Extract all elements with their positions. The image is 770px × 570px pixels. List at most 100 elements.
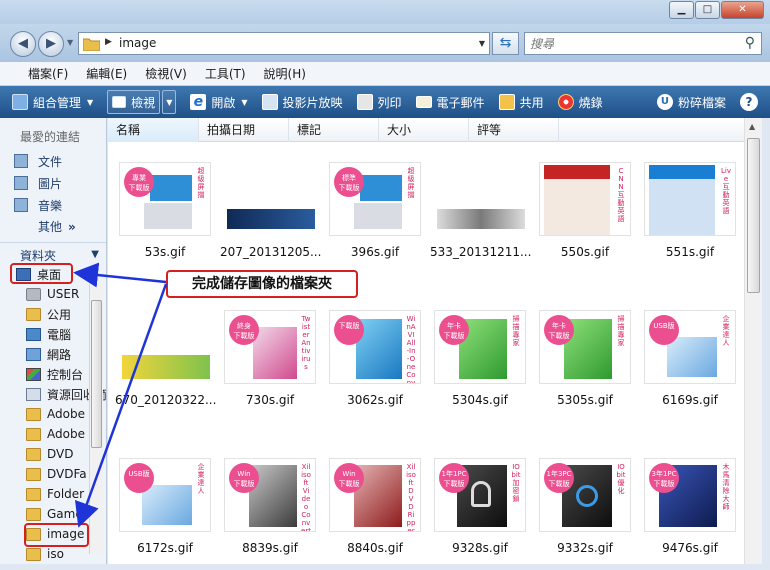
help-button[interactable]: ? <box>740 93 758 111</box>
file-thumbnail: 1年3PC 下載版 IObit 優化 <box>539 458 631 532</box>
magazine-cover-image <box>649 165 715 235</box>
file-item[interactable]: 670_20120322... <box>115 310 216 407</box>
column-date-taken[interactable]: 拍攝日期 <box>199 118 289 142</box>
favorite-pictures[interactable]: 圖片 <box>14 174 62 192</box>
address-bar[interactable]: ▶ image ▼ <box>78 32 490 55</box>
minimize-button[interactable]: ▁ <box>669 1 694 19</box>
product-box-image <box>354 203 402 229</box>
file-item[interactable]: 年卡 下載版 掃描專家 5305s.gif <box>535 310 635 407</box>
file-badge: Win 下載版 <box>334 463 364 493</box>
organize-button[interactable]: 組合管理 ▼ <box>12 90 93 114</box>
file-item[interactable]: 年卡 下載版 掃描專家 5304s.gif <box>430 310 530 407</box>
file-item[interactable]: 終身 下載版 Twister Antivirus 730s.gif <box>220 310 320 407</box>
file-name: 8839s.gif <box>242 541 298 555</box>
product-box-image <box>360 175 402 201</box>
tree-item-public[interactable]: 公用 <box>26 304 71 324</box>
print-button[interactable]: 列印 <box>356 90 402 114</box>
back-button[interactable]: ◀ <box>10 31 36 57</box>
tree-item-folder[interactable]: Folder <box>26 484 84 504</box>
favorite-documents[interactable]: 文件 <box>14 152 62 170</box>
folder-icon <box>26 447 41 461</box>
shred-button[interactable]: U 粉碎檔案 <box>656 90 726 114</box>
email-button[interactable]: 電子郵件 <box>415 90 485 114</box>
content-scrollbar-thumb[interactable] <box>747 138 760 293</box>
breadcrumb-current[interactable]: image <box>119 36 156 50</box>
file-item[interactable]: 下載版 WinAVI All-In-One Converter 3062s.gi… <box>325 310 425 407</box>
views-dropdown-button[interactable]: ▼ <box>162 90 177 114</box>
refresh-button[interactable]: ⇆ <box>492 32 519 55</box>
file-item[interactable]: 專業 下載版 超級屏擋 53s.gif <box>115 162 215 259</box>
organize-label: 組合管理 <box>33 95 82 110</box>
folder-icon <box>26 407 41 421</box>
forward-button[interactable]: ▶ <box>38 31 64 57</box>
menu-file[interactable]: 檔案(F) <box>28 65 68 82</box>
search-box[interactable]: ⚲ <box>524 32 762 55</box>
nav-scrollbar-thumb[interactable] <box>91 300 102 448</box>
search-input[interactable] <box>530 34 730 54</box>
favorite-music[interactable]: 音樂 <box>14 196 62 214</box>
tree-item-folder[interactable]: iso <box>26 544 64 564</box>
file-item[interactable]: 1年1PC 下載版 IObit 加密鎖 9328s.gif <box>430 458 530 555</box>
slideshow-button[interactable]: 投影片放映 <box>261 90 343 114</box>
tree-item-label: 公用 <box>47 307 72 322</box>
recent-pages-dropdown-icon[interactable]: ▼ <box>67 38 73 47</box>
tree-item-folder[interactable]: DVD <box>26 444 73 464</box>
file-name: 53s.gif <box>144 245 186 259</box>
folder-icon <box>26 487 41 501</box>
tree-item-network[interactable]: 網路 <box>26 344 71 364</box>
file-item[interactable]: CNN互動英語 550s.gif <box>535 162 635 259</box>
file-side-text: 木馬清除大師 <box>722 463 730 511</box>
internet-explorer-icon: e <box>190 94 207 110</box>
column-tags[interactable]: 標記 <box>289 118 379 142</box>
column-rating[interactable]: 評等 <box>469 118 559 142</box>
burn-button[interactable]: 燒錄 <box>557 90 603 114</box>
file-item[interactable]: 207_20131205... <box>220 162 321 259</box>
tree-item-folder[interactable]: Adobe <box>26 424 85 444</box>
address-row: ◀ ▶ ▼ ▶ image ▼ ⇆ ⚲ <box>0 24 770 62</box>
file-item[interactable]: 3年1PC 下載版 木馬清除大師 9476s.gif <box>640 458 740 555</box>
file-item[interactable]: Win 下載版 Xilisoft DVD Ripper 8840s.gif <box>325 458 425 555</box>
tree-item-folder[interactable]: DVDFa <box>26 464 87 484</box>
file-item[interactable]: Live互動英語 551s.gif <box>640 162 740 259</box>
favorites-more-link[interactable]: 其他 » <box>38 218 76 235</box>
chevron-down-icon: ▼ <box>91 249 99 260</box>
file-list: 專業 下載版 超級屏擋 53s.gif 207_20131205... 標準 下載版… <box>108 142 744 564</box>
tree-item-folder[interactable]: Adobe <box>26 404 85 424</box>
breadcrumb-arrow-icon[interactable]: ▶ <box>105 37 112 47</box>
file-item[interactable]: 1年3PC 下載版 IObit 優化 9332s.gif <box>535 458 635 555</box>
title-bar: ▁ □ ✕ <box>0 0 770 24</box>
tree-item-label: Adobe <box>47 407 85 421</box>
file-thumbnail: USB版 企業達人 <box>644 310 736 384</box>
file-thumbnail <box>119 310 211 384</box>
file-item[interactable]: 533_20131211... <box>430 162 531 259</box>
tree-item-user[interactable]: USER <box>26 284 79 304</box>
file-side-text: 掃描專家 <box>617 315 625 347</box>
file-item[interactable]: USB版 企業達人 6169s.gif <box>640 310 740 407</box>
column-name[interactable]: 名稱 <box>108 118 199 142</box>
tree-item-computer[interactable]: 電腦 <box>26 324 71 344</box>
file-item[interactable]: Win下載版 Xilisoft Video Converter 8839s.gi… <box>220 458 320 555</box>
close-button[interactable]: ✕ <box>721 1 764 19</box>
tree-item-control-panel[interactable]: 控制台 <box>26 364 83 384</box>
tree-item-folder[interactable]: Game <box>26 504 83 524</box>
scroll-up-icon[interactable]: ▲ <box>749 122 755 131</box>
refresh-icon: ⇆ <box>499 35 512 51</box>
maximize-button[interactable]: □ <box>695 1 720 19</box>
views-button[interactable]: 檢視 <box>107 90 161 114</box>
search-icon[interactable]: ⚲ <box>745 35 755 51</box>
menu-help[interactable]: 說明(H) <box>264 65 306 82</box>
nav-scrollbar[interactable] <box>89 284 103 554</box>
control-panel-icon <box>26 367 41 381</box>
file-item[interactable]: 標準 下載版 超級屏擋 396s.gif <box>325 162 425 259</box>
content-scrollbar[interactable]: ▲ <box>744 118 762 564</box>
file-item[interactable]: USB版 企業達人 6172s.gif <box>115 458 215 555</box>
views-icon <box>112 96 127 108</box>
navigation-pane: 最愛的連結 文件 圖片 音樂 其他» 資料夾 ▼ 桌面 USER 公用 電腦 網… <box>0 118 107 564</box>
column-size[interactable]: 大小 <box>379 118 469 142</box>
menu-edit[interactable]: 編輯(E) <box>86 65 127 82</box>
open-button[interactable]: e 開啟 ▼ <box>190 90 248 114</box>
menu-tools[interactable]: 工具(T) <box>205 65 246 82</box>
address-dropdown-icon[interactable]: ▼ <box>479 39 485 48</box>
menu-view[interactable]: 檢視(V) <box>145 65 187 82</box>
share-button[interactable]: 共用 <box>498 90 544 114</box>
